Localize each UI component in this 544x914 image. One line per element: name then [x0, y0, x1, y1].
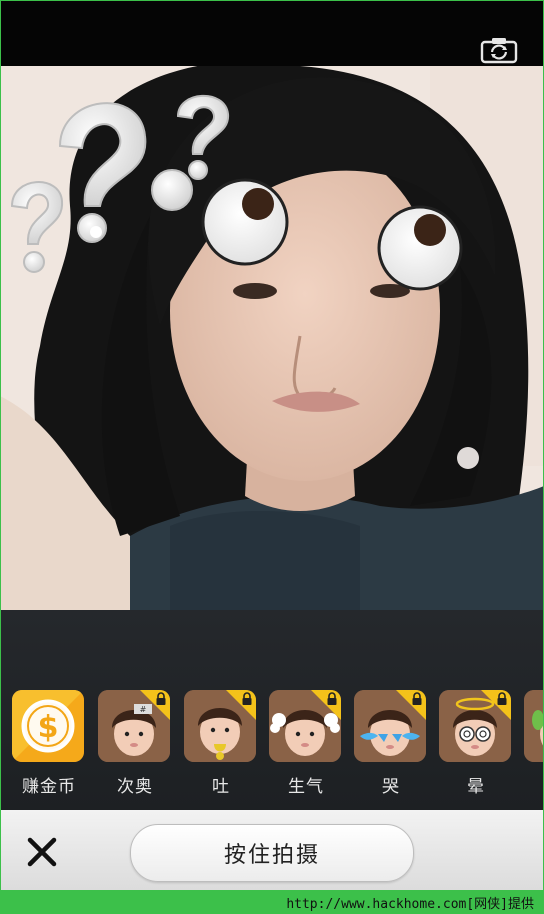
baby-face-icon	[354, 690, 426, 762]
baby-face-icon	[439, 690, 511, 762]
sticker-item-partial[interactable]	[524, 690, 544, 810]
close-button[interactable]	[24, 834, 60, 870]
lock-icon	[412, 692, 422, 705]
bottom-bar: 按住拍摄	[0, 810, 544, 890]
sticker-label: 赚金币	[22, 777, 76, 797]
sticker-item-dizzy[interactable]: 晕	[439, 690, 513, 810]
gold-coin-icon: $	[12, 690, 84, 762]
hold-to-shoot-button[interactable]: 按住拍摄	[130, 824, 414, 882]
lock-icon	[242, 692, 252, 705]
sticker-label: 次奥	[117, 777, 153, 797]
svg-text:$: $	[38, 710, 59, 745]
sticker-label: 哭	[382, 777, 400, 797]
top-bar	[0, 0, 544, 66]
sticker-label: 晕	[467, 777, 485, 797]
close-icon	[27, 837, 57, 867]
camera-preview[interactable]	[0, 66, 544, 610]
baby-face-icon	[269, 690, 341, 762]
sticker-label: 吐	[212, 777, 230, 797]
sticker-list[interactable]: $ 赚金币 # 次奥 吐 生气 哭 晕	[0, 690, 544, 810]
lock-icon	[497, 692, 507, 705]
sticker-item-earn-coins[interactable]: $ 赚金币	[12, 690, 86, 810]
baby-face-icon: #	[98, 690, 170, 762]
sticker-tray: $ 赚金币 # 次奥 吐 生气 哭 晕	[0, 610, 544, 810]
sticker-item-angry[interactable]: 生气	[269, 690, 343, 810]
lock-icon	[327, 692, 337, 705]
flip-camera-button[interactable]	[480, 36, 518, 64]
lock-icon	[156, 692, 166, 705]
baby-face-icon	[524, 690, 544, 762]
sticker-item-vomit[interactable]: 吐	[184, 690, 258, 810]
baby-face-icon	[184, 690, 256, 762]
watermark-bar: http://www.hackhome.com[网侠]提供	[0, 890, 544, 914]
camera-flip-icon	[480, 38, 518, 64]
sticker-item-cry[interactable]: 哭	[354, 690, 428, 810]
sticker-item-ciao[interactable]: # 次奥	[98, 690, 172, 810]
watermark-text: http://www.hackhome.com[网侠]提供	[286, 897, 534, 912]
sticker-label: 生气	[288, 777, 324, 797]
